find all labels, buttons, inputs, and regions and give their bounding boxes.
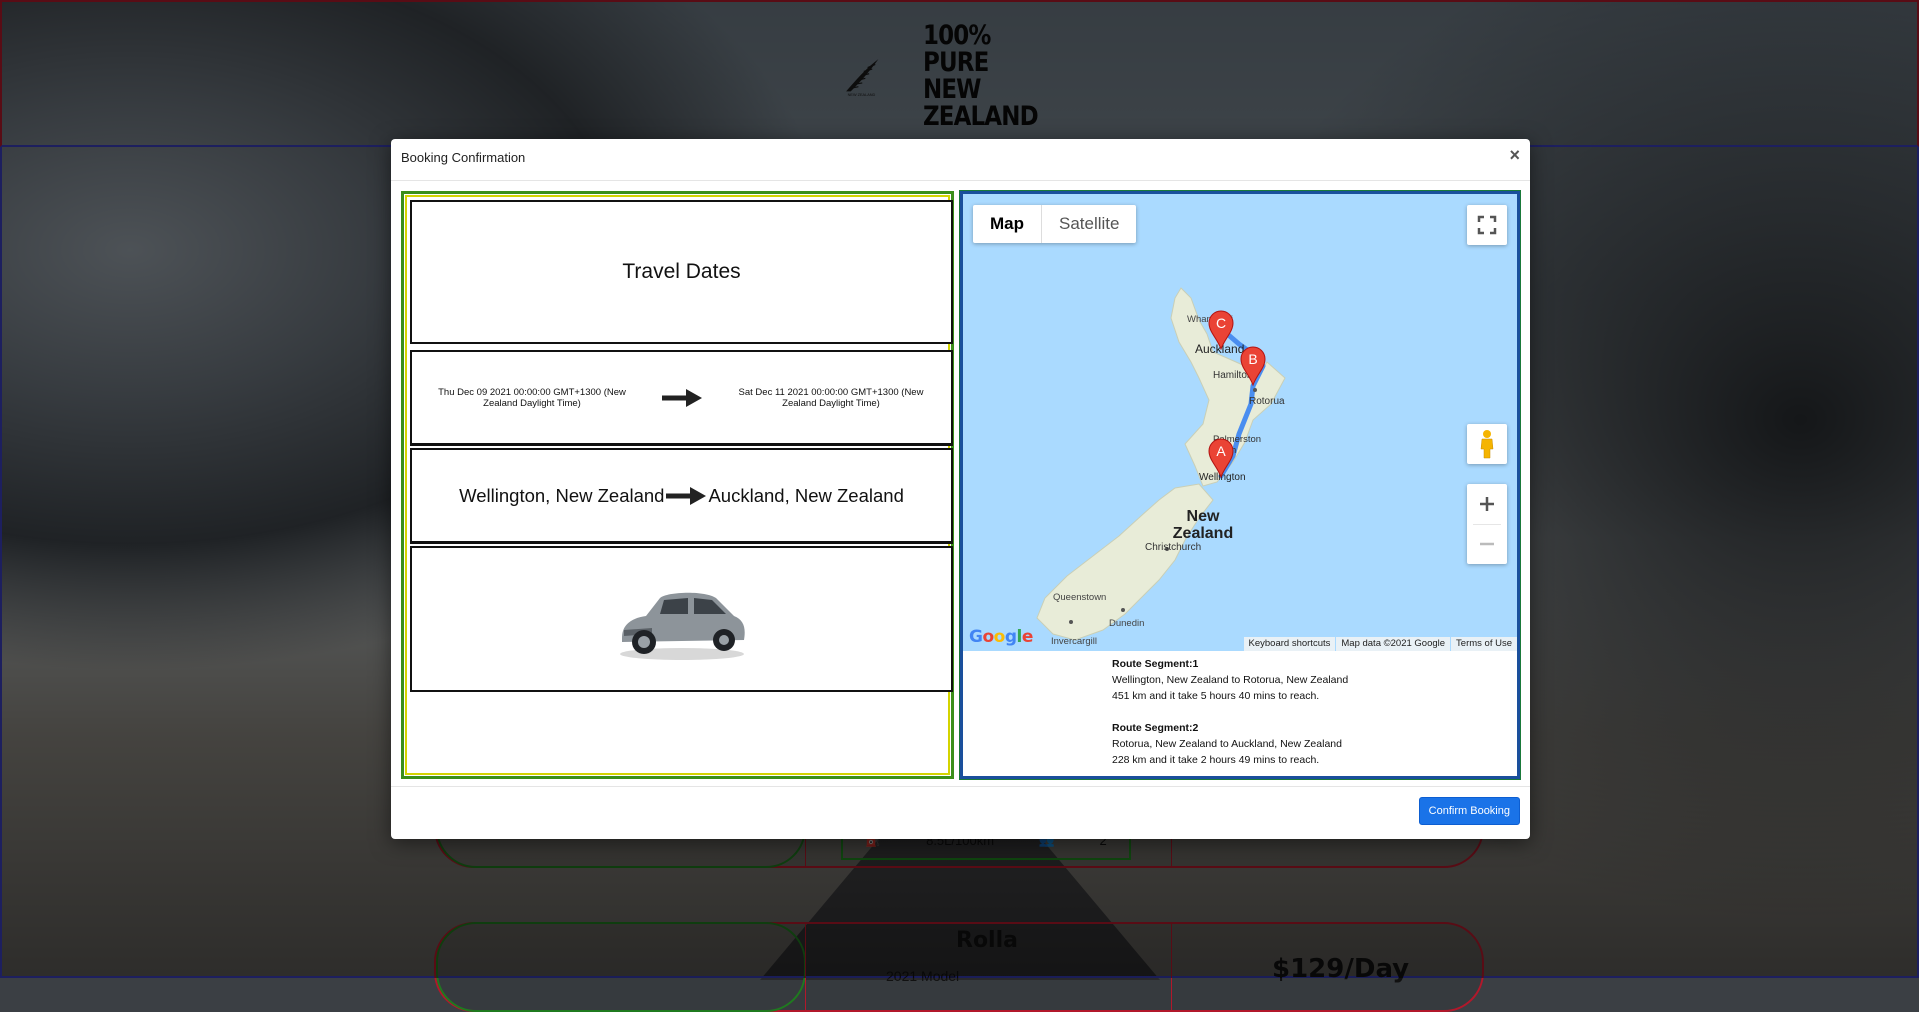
map-label: Rotorua [1249,396,1285,407]
modal-footer: Confirm Booking [391,786,1530,839]
route-segment-title: Route Segment:1 [1112,658,1199,670]
map-label: Queenstown [1053,592,1107,603]
travel-dates-box: Thu Dec 09 2021 00:00:00 GMT+1300 (New Z… [410,350,953,446]
map-canvas [1036,287,1286,641]
car-image [619,592,745,660]
close-icon[interactable]: × [1509,145,1520,166]
confirm-booking-button[interactable]: Confirm Booking [1418,797,1520,825]
zoom-out-icon[interactable] [1478,525,1496,565]
zoom-controls [1467,484,1507,564]
start-date: Thu Dec 09 2021 00:00:00 GMT+1300 (New Z… [438,386,626,409]
map-type-satellite-button[interactable]: Satellite [1042,205,1136,243]
booking-confirmation-modal: Booking Confirmation × Travel Dates Thu … [391,139,1530,839]
fullscreen-icon[interactable] [1467,205,1507,245]
map-label: Dunedin [1109,618,1145,629]
map-marker-b[interactable]: B [1239,346,1267,386]
route-segment-route: Wellington, New Zealand to Rotorua, New … [1112,674,1349,686]
modal-title: Booking Confirmation [401,150,526,165]
svg-text:C: C [1216,315,1226,331]
route-box: Wellington, New Zealand Auckland, New Ze… [410,448,953,544]
svg-text:A: A [1216,443,1226,459]
route-segment-detail: 451 km and it take 5 hours 40 mins to re… [1112,690,1320,702]
car-image-box [410,546,953,692]
end-date: Sat Dec 11 2021 00:00:00 GMT+1300 (New Z… [738,386,924,409]
arrow-right-icon [660,386,704,410]
booking-summary-panel: Travel Dates Thu Dec 09 2021 00:00:00 GM… [401,191,954,779]
map-type-toggle: Map Satellite [973,205,1137,243]
origin-city: Wellington, New Zealand [459,484,665,506]
travel-dates-heading: Travel Dates [622,260,741,283]
map-label-country: New Zealand [1172,508,1234,542]
terms-of-use-link[interactable]: Terms of Use [1451,637,1517,651]
map-marker-c[interactable]: C [1207,310,1235,350]
map-marker-a[interactable]: A [1207,438,1235,478]
arrow-right-icon [664,484,708,508]
modal-header: Booking Confirmation × [391,139,1530,181]
travel-dates-heading-box: Travel Dates [410,200,953,344]
map-type-map-button[interactable]: Map [973,205,1042,243]
map-data-attribution: Map data ©2021 Google [1336,637,1451,651]
map-label: Christchurch [1145,542,1202,553]
zoom-in-icon[interactable] [1473,484,1501,525]
modal-body: Travel Dates Thu Dec 09 2021 00:00:00 GM… [401,190,1521,780]
keyboard-shortcuts-link[interactable]: Keyboard shortcuts [1243,637,1336,651]
street-view-pegman-icon[interactable] [1467,424,1507,464]
route-segment-title: Route Segment:2 [1112,722,1199,734]
route-segments: Route Segment:1 Wellington, New Zealand … [1112,656,1348,768]
destination-city: Auckland, New Zealand [708,484,904,506]
svg-text:B: B [1248,351,1257,367]
route-map-panel: Whangarei Auckland Hamilton Rotorua Palm… [959,190,1521,780]
route-map[interactable]: Whangarei Auckland Hamilton Rotorua Palm… [963,194,1517,651]
map-footer: Keyboard shortcuts Map data ©2021 Google… [963,637,1517,651]
route-segment-detail: 228 km and it take 2 hours 49 mins to re… [1112,754,1320,766]
route-segment-route: Rotorua, New Zealand to Auckland, New Ze… [1112,738,1342,750]
